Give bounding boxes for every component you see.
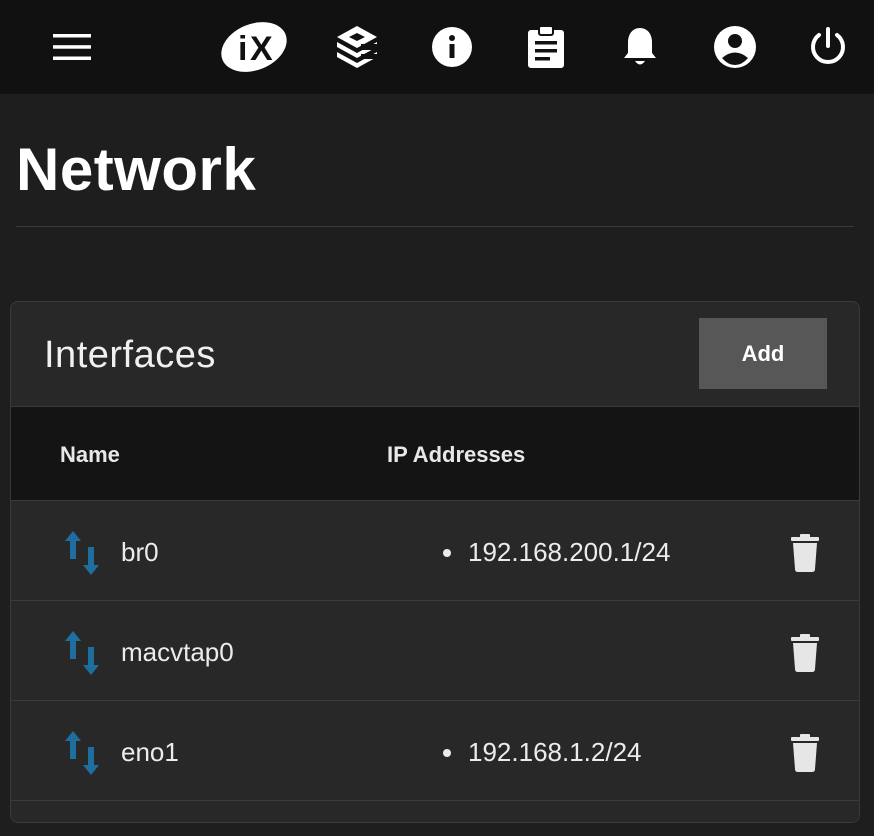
- ix-logo-icon: i X: [221, 22, 287, 72]
- trash-icon: [791, 534, 819, 572]
- network-page: Network Interfaces Add Name IP Addresses…: [0, 94, 874, 836]
- power-icon: [811, 27, 845, 64]
- svg-text:X: X: [250, 30, 273, 68]
- trash-icon: [791, 734, 819, 772]
- ix-systems-button[interactable]: i X: [218, 19, 290, 75]
- ip-address: 192.168.200.1/24: [468, 537, 671, 567]
- bullet: [443, 549, 451, 557]
- interface-name: macvtap0: [121, 637, 234, 667]
- interface-swap-icon: [65, 731, 99, 775]
- tasks-button[interactable]: [518, 19, 574, 75]
- interface-swap-icon: [65, 631, 99, 675]
- add-interface-button[interactable]: Add: [699, 318, 827, 389]
- system-info-button[interactable]: [424, 19, 480, 75]
- svg-text:i: i: [238, 30, 247, 68]
- menu-button[interactable]: [44, 19, 100, 75]
- truecommand-button[interactable]: [329, 19, 385, 75]
- ip-address: 192.168.1.2/24: [468, 737, 642, 767]
- interfaces-card: Interfaces Add Name IP Addresses br0 192…: [10, 301, 860, 823]
- ip-address-list: 192.168.200.1/24: [443, 536, 670, 568]
- top-toolbar: i X: [0, 0, 874, 94]
- ip-address-item: 192.168.1.2/24: [443, 736, 642, 768]
- alerts-button[interactable]: [612, 19, 668, 75]
- tasks-clipboard-icon: [528, 25, 564, 68]
- table-row-br0[interactable]: br0 192.168.200.1/24: [11, 500, 859, 601]
- account-icon: [714, 26, 756, 68]
- truecommand-icon: [337, 26, 379, 68]
- page-title: Network: [16, 136, 257, 203]
- delete-interface-button[interactable]: [787, 733, 823, 773]
- power-button[interactable]: [800, 19, 856, 75]
- bell-icon: [624, 28, 656, 65]
- menu-icon: [53, 34, 91, 60]
- info-icon: [432, 27, 472, 67]
- ip-address-list: 192.168.1.2/24: [443, 736, 642, 768]
- delete-interface-button[interactable]: [787, 533, 823, 573]
- interfaces-card-title: Interfaces: [44, 334, 216, 376]
- title-divider: [16, 226, 854, 227]
- interface-name: eno1: [121, 737, 179, 767]
- ip-address-item: 192.168.200.1/24: [443, 536, 670, 568]
- interface-swap-icon: [65, 531, 99, 575]
- delete-interface-button[interactable]: [787, 633, 823, 673]
- account-button[interactable]: [707, 19, 763, 75]
- table-row-eno1[interactable]: eno1 192.168.1.2/24: [11, 700, 859, 801]
- interfaces-table-header: Name IP Addresses: [11, 406, 859, 501]
- table-row-macvtap0[interactable]: macvtap0: [11, 600, 859, 701]
- trash-icon: [791, 634, 819, 672]
- column-header-ip-addresses[interactable]: IP Addresses: [387, 441, 525, 469]
- interface-name: br0: [121, 537, 159, 567]
- bullet: [443, 749, 451, 757]
- column-header-name[interactable]: Name: [60, 441, 120, 469]
- table-row-partial: [11, 800, 859, 822]
